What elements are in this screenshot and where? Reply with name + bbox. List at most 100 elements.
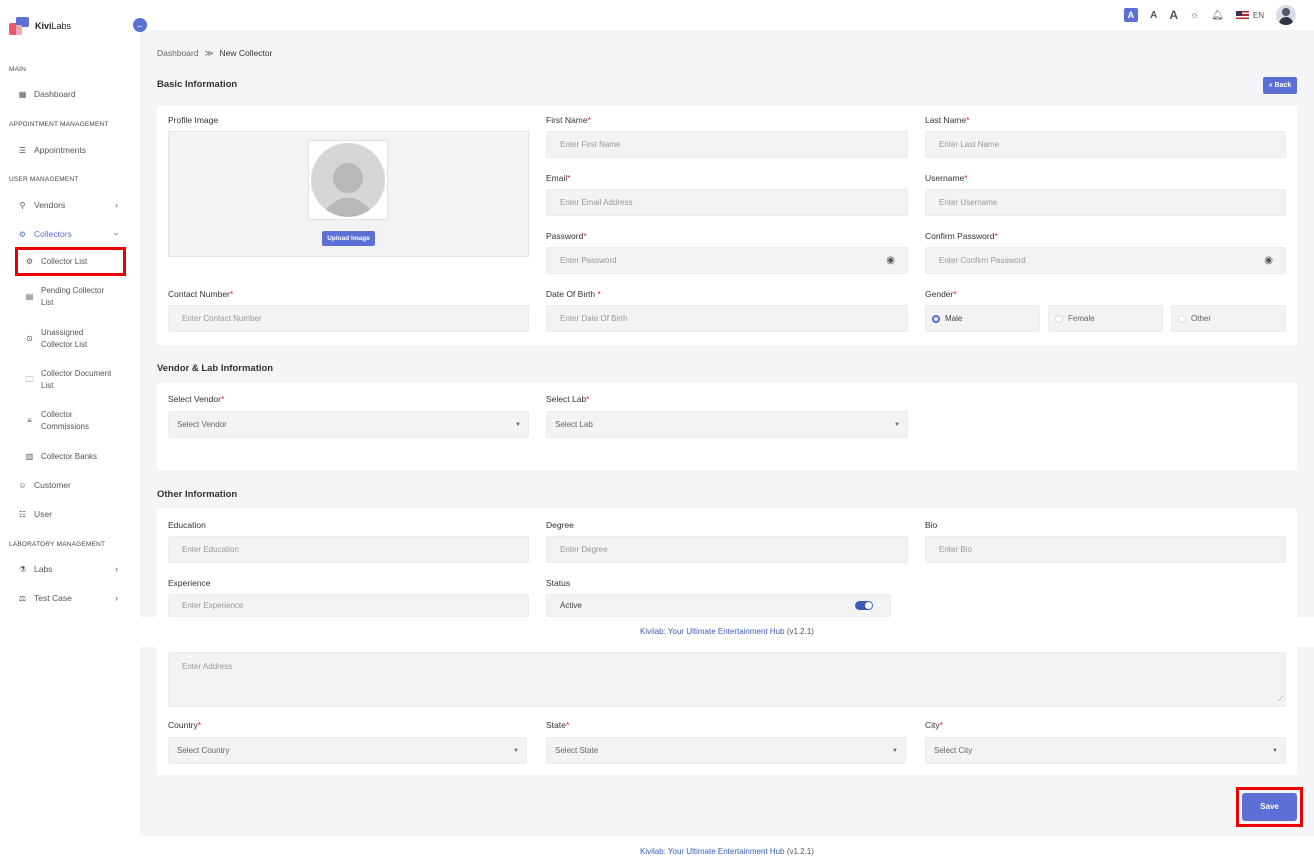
highlight-save: Save <box>1236 787 1303 827</box>
other-info-title: Other Information <box>157 489 238 500</box>
font-size-large-button[interactable]: A <box>1169 8 1178 22</box>
first-name-label: First Name* <box>546 115 591 125</box>
font-size-small-button[interactable]: A <box>1123 8 1139 22</box>
users-icon: ☷ <box>18 509 27 519</box>
username-field[interactable]: Enter Username <box>925 189 1286 216</box>
confirm-password-field[interactable]: Enter Confirm Password ◉ <box>925 247 1286 274</box>
caret-down-icon: ▼ <box>515 421 521 428</box>
password-field[interactable]: Enter Password ◉ <box>546 247 908 274</box>
person-icon: ☺ <box>18 480 27 490</box>
folder-icon: 🗀 <box>25 375 34 384</box>
gender-label: Gender* <box>925 289 957 299</box>
dob-field[interactable]: Enter Date Of Birth <box>546 305 908 332</box>
resize-grip-icon[interactable]: ⟋ <box>1278 696 1283 704</box>
chevron-right-icon: › <box>115 593 118 603</box>
sidebar-subitem-unassigned-collector-list[interactable]: ⊙ Unassigned Collector List <box>25 327 87 351</box>
sidebar-subitem-collector-list[interactable]: ⚙ Collector List <box>25 256 87 268</box>
gender-female-radio[interactable]: Female <box>1048 305 1163 332</box>
last-name-label: Last Name* <box>925 115 970 125</box>
breadcrumb-home[interactable]: Dashboard <box>157 48 199 59</box>
question-icon: ⊙ <box>26 334 33 343</box>
grid-icon: ▦ <box>18 89 27 99</box>
select-lab-label: Select Lab* <box>546 394 590 404</box>
breadcrumb: Dashboard ≫ New Collector <box>157 48 272 59</box>
state-dropdown[interactable]: Select State ▼ <box>546 737 906 764</box>
sidebar-item-user[interactable]: ☷ User <box>18 509 52 519</box>
email-label: Email* <box>546 173 571 183</box>
document-icon: ▤ <box>25 292 34 301</box>
bell-icon[interactable]: 🔔︎ <box>1211 10 1224 21</box>
last-name-field[interactable]: Enter Last Name <box>925 131 1286 158</box>
experience-field[interactable]: Enter Experience <box>168 594 529 617</box>
eye-icon[interactable]: ◉ <box>1264 255 1273 266</box>
sidebar-subitem-collector-banks[interactable]: ▥ Collector Banks <box>25 451 97 463</box>
confirm-password-label: Confirm Password* <box>925 231 998 241</box>
sidebar-item-appointments[interactable]: ☰ Appointments <box>18 145 86 155</box>
vendor-icon: ⚲ <box>19 200 26 210</box>
brand[interactable]: KiviLabs <box>9 17 71 35</box>
font-size-medium-button[interactable]: A <box>1150 10 1157 21</box>
sidebar-item-dashboard[interactable]: ▦ Dashboard <box>18 89 76 99</box>
select-lab-dropdown[interactable]: Select Lab ▼ <box>546 411 908 438</box>
gender-male-radio[interactable]: Male <box>925 305 1040 332</box>
breadcrumb-current: New Collector <box>219 48 273 58</box>
contact-number-label: Contact Number* <box>168 289 234 299</box>
beaker-icon: ⚖ <box>18 593 27 603</box>
sidebar-subitem-collector-commissions[interactable]: ≡ Collector Commissions <box>25 409 89 433</box>
sun-icon[interactable]: ☼ <box>1190 10 1199 21</box>
username-label: Username* <box>925 173 968 183</box>
language-selector[interactable]: EN <box>1235 11 1264 20</box>
education-field[interactable]: Enter Education <box>168 536 529 563</box>
address-field[interactable]: Enter Address ⟋ <box>168 652 1286 707</box>
topbar: A A A ☼ 🔔︎ EN <box>140 0 1314 30</box>
section-appointment: APPOINTMENT MANAGEMENT <box>9 121 109 128</box>
sidebar-item-test-case[interactable]: ⚖ Test Case › <box>18 593 118 603</box>
select-vendor-dropdown[interactable]: Select Vendor ▼ <box>168 411 529 438</box>
gender-other-radio[interactable]: Other <box>1171 305 1286 332</box>
collapse-sidebar-arrow-icon[interactable]: ← <box>133 18 147 32</box>
status-toggle[interactable] <box>855 601 873 610</box>
avatar-placeholder-icon <box>311 143 385 217</box>
eye-icon[interactable]: ◉ <box>886 255 895 266</box>
chevron-right-icon: › <box>115 200 118 210</box>
degree-field[interactable]: Enter Degree <box>546 536 908 563</box>
sidebar: KiviLabs MAIN ▦ Dashboard APPOINTMENT MAN… <box>0 0 140 868</box>
sidebar-subitem-collector-document-list[interactable]: 🗀 Collector Document List <box>25 368 112 392</box>
save-button[interactable]: Save <box>1242 793 1297 821</box>
footer-text[interactable]: Kivilab: Your Ultimate Entertainment Hub <box>640 847 785 856</box>
degree-label: Degree <box>546 520 574 530</box>
sidebar-subitem-pending-collector-list[interactable]: ▤ Pending Collector List <box>25 285 104 309</box>
footer-text[interactable]: Kivilab: Your Ultimate Entertainment Hub <box>640 627 785 636</box>
chevron-right-icon: › <box>115 564 118 574</box>
status-label: Status <box>546 578 571 588</box>
dob-label: Date Of Birth * <box>546 289 601 299</box>
profile-image-frame <box>308 140 388 220</box>
select-vendor-label: Select Vendor* <box>168 394 225 404</box>
city-label: City* <box>925 720 943 730</box>
footer: Kivilab: Your Ultimate Entertainment Hub… <box>140 836 1314 868</box>
country-dropdown[interactable]: Select Country ▼ <box>168 737 527 764</box>
sidebar-item-labs[interactable]: ⚗ Labs › <box>18 564 118 574</box>
section-lab: LABORATORY MANAGEMENT <box>9 541 106 548</box>
sidebar-item-vendors[interactable]: ⚲ Vendors › <box>18 200 118 210</box>
radio-empty-icon <box>1055 314 1063 323</box>
city-dropdown[interactable]: Select City ▼ <box>925 737 1286 764</box>
first-name-field[interactable]: Enter First Name <box>546 131 908 158</box>
country-label: Country* <box>168 720 202 730</box>
list-icon: ☰ <box>18 145 27 155</box>
avatar[interactable] <box>1276 5 1296 25</box>
basic-info-title: Basic Information <box>157 79 238 90</box>
bio-field[interactable]: Enter Bio <box>925 536 1286 563</box>
menu-icon: ≡ <box>27 416 32 425</box>
sidebar-item-collectors[interactable]: ⚙ Collectors › <box>18 229 122 239</box>
back-button[interactable]: « Back <box>1263 77 1297 94</box>
flask-link-icon: ⚗ <box>18 564 27 574</box>
contact-number-field[interactable]: Enter Contact Number <box>168 305 529 332</box>
upload-image-button[interactable]: Upload Image <box>322 231 375 246</box>
email-field[interactable]: Enter Email Address <box>546 189 908 216</box>
password-label: Password* <box>546 231 587 241</box>
sidebar-item-customer[interactable]: ☺ Customer <box>18 480 70 490</box>
section-main: MAIN <box>9 66 27 73</box>
chevron-down-icon: › <box>111 232 122 236</box>
bank-icon: ▥ <box>25 452 34 461</box>
